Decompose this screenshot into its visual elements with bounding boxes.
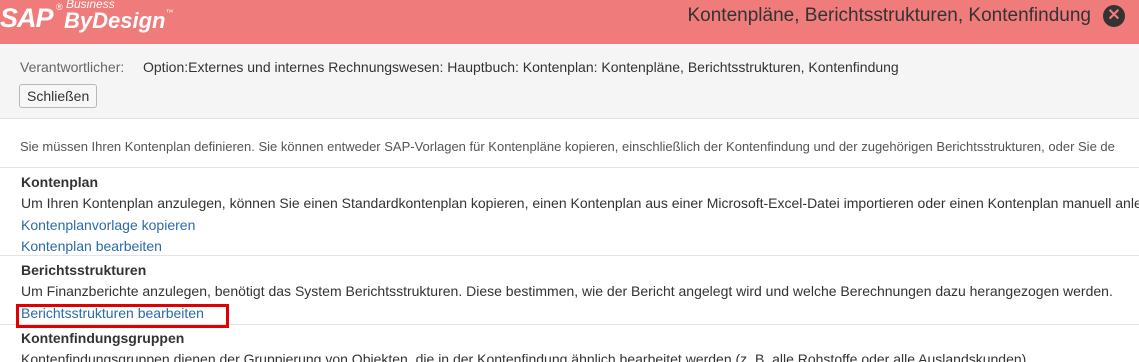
logo-sap-text: SAP [0, 3, 54, 33]
logo-tm-mark: ™ [165, 8, 174, 17]
close-icon[interactable]: ✕ [1103, 5, 1125, 27]
option-bar: Verantwortlicher: Option:Externes und in… [0, 44, 1139, 119]
logo-bydesign-text: ByDesign™ [64, 8, 173, 34]
page-title: Kontenpläne, Berichtsstrukturen, Kontenf… [687, 5, 1092, 26]
logo-registered-mark: ® [56, 2, 63, 12]
section-description: Kontenfindungsgruppen dienen der Gruppie… [21, 351, 1031, 362]
section-description: Um Finanzberichte anzulegen, benötigt da… [21, 283, 1113, 299]
logo-bydesign-word: ByDesign [64, 8, 166, 33]
edit-chart-of-accounts-link[interactable]: Kontenplan bearbeiten [21, 238, 162, 254]
section-heading: Berichtsstrukturen [21, 262, 147, 278]
intro-text: Sie müssen Ihren Kontenplan definieren. … [20, 139, 1115, 154]
copy-chart-template-link[interactable]: Kontenplanvorlage kopieren [21, 217, 195, 233]
section-kontenfindungsgruppen: Kontenfindungsgruppen Kontenfindungsgrup… [0, 324, 1139, 362]
section-description: Um Ihren Kontenplan anzulegen, können Si… [21, 195, 1139, 211]
section-kontenplan: Kontenplan Um Ihren Kontenplan anzulegen… [0, 167, 1139, 256]
section-heading: Kontenfindungsgruppen [21, 330, 185, 346]
highlight-box [16, 304, 229, 328]
app-header: SAP ® Business ByDesign™ Kontenpläne, Be… [0, 0, 1139, 44]
responsible-label: Verantwortlicher: [20, 59, 125, 75]
option-path-text: Option:Externes und internes Rechnungswe… [143, 59, 899, 75]
section-heading: Kontenplan [21, 174, 98, 190]
close-button[interactable]: Schließen [19, 84, 98, 108]
